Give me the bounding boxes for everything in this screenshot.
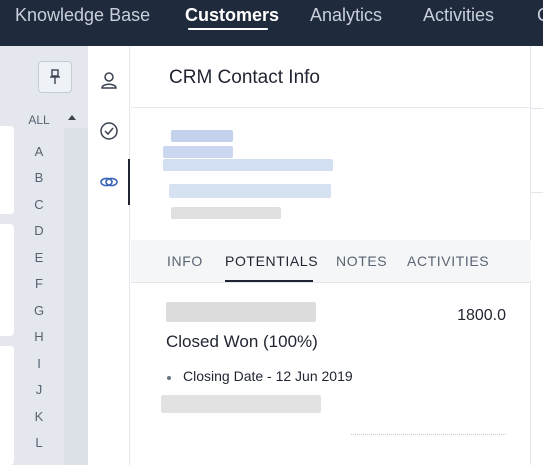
potential-amount: 1800.0 bbox=[457, 307, 506, 324]
nav-active-indicator bbox=[188, 28, 268, 30]
panel-header: CRM Contact Info bbox=[131, 46, 531, 108]
contact-phone-redacted[interactable] bbox=[169, 184, 331, 198]
tab-activities[interactable]: ACTIVITIES bbox=[407, 253, 489, 269]
top-nav: Knowledge Base Customers Analytics Activ… bbox=[0, 0, 543, 46]
alpha-filter-i[interactable]: I bbox=[22, 356, 56, 371]
contact-detail-redacted bbox=[171, 207, 281, 219]
list-card[interactable] bbox=[0, 126, 14, 214]
nav-item-customers[interactable]: Customers bbox=[185, 5, 279, 26]
alpha-filter-b[interactable]: B bbox=[22, 170, 56, 185]
contact-email-redacted[interactable] bbox=[163, 159, 333, 171]
alpha-filter-h[interactable]: H bbox=[22, 329, 56, 344]
tab-info[interactable]: INFO bbox=[167, 253, 203, 269]
divider bbox=[531, 192, 543, 193]
potential-owner-redacted bbox=[161, 395, 321, 413]
contact-name-redacted bbox=[171, 130, 233, 142]
pin-icon bbox=[50, 69, 60, 84]
check-circle-icon[interactable] bbox=[96, 118, 122, 144]
list-card[interactable] bbox=[0, 224, 14, 336]
alpha-filter-f[interactable]: F bbox=[22, 276, 56, 291]
potential-name-redacted[interactable] bbox=[166, 302, 316, 322]
nav-item-knowledge-base[interactable]: Knowledge Base bbox=[15, 5, 150, 26]
alpha-filter-c[interactable]: C bbox=[22, 197, 56, 212]
contact-name-redacted bbox=[163, 146, 233, 158]
potential-stage: Closed Won (100%) bbox=[166, 332, 318, 351]
link-icon[interactable] bbox=[96, 169, 122, 195]
nav-item-truncated[interactable]: C bbox=[537, 5, 543, 26]
alpha-filter-e[interactable]: E bbox=[22, 250, 56, 265]
alpha-filter-g[interactable]: G bbox=[22, 303, 56, 318]
crm-contact-info-panel: CRM Contact Info INFO POTENTIALS NOTES A… bbox=[131, 46, 531, 465]
nav-item-activities[interactable]: Activities bbox=[423, 5, 494, 26]
tab-potentials[interactable]: POTENTIALS bbox=[225, 253, 318, 269]
alpha-filter-d[interactable]: D bbox=[22, 223, 56, 238]
alpha-filter-l[interactable]: L bbox=[22, 435, 56, 450]
divider bbox=[351, 434, 506, 435]
contact-list-panel: ALL A B C D E F G H I J K L bbox=[0, 46, 88, 465]
divider bbox=[531, 108, 543, 109]
alpha-filter-a[interactable]: A bbox=[22, 144, 56, 159]
alpha-filter-k[interactable]: K bbox=[22, 409, 56, 424]
pin-button[interactable] bbox=[38, 61, 72, 93]
rail-active-indicator bbox=[128, 159, 130, 205]
alphabet-scroll-track[interactable] bbox=[64, 128, 88, 465]
potential-closing-date: Closing Date - 12 Jun 2019 bbox=[183, 368, 353, 384]
alpha-filter-all[interactable]: ALL bbox=[22, 113, 56, 127]
bullet-icon bbox=[167, 376, 171, 380]
scroll-up-arrow-icon[interactable] bbox=[68, 115, 76, 120]
alpha-filter-j[interactable]: J bbox=[22, 382, 56, 397]
detail-tabs: INFO POTENTIALS NOTES ACTIVITIES bbox=[131, 240, 531, 283]
contact-icon[interactable] bbox=[96, 67, 122, 93]
page-title: CRM Contact Info bbox=[169, 67, 320, 88]
side-icon-rail bbox=[88, 46, 130, 465]
right-edge-panel bbox=[531, 46, 543, 465]
tab-active-indicator bbox=[225, 280, 313, 282]
nav-item-analytics[interactable]: Analytics bbox=[310, 5, 382, 26]
list-card[interactable] bbox=[0, 346, 14, 465]
tab-notes[interactable]: NOTES bbox=[336, 253, 387, 269]
